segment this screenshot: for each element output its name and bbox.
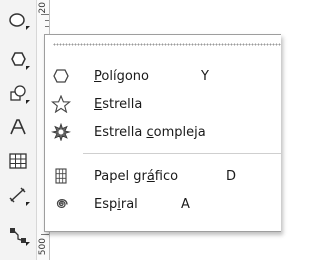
menu-item-label: Espiral: [94, 196, 138, 212]
menu-item-estrella-compleja[interactable]: Estrella compleja: [45, 118, 281, 146]
menu-item-papel-grafico[interactable]: Papel gráfico D: [45, 162, 281, 190]
ruler-tick: [41, 234, 49, 235]
flyout-arrow-icon: [26, 26, 30, 30]
ruler-tick: [45, 26, 49, 27]
spiral-icon: [51, 194, 71, 214]
ruler-label-bottom: 500: [38, 238, 48, 256]
menu-item-poligono[interactable]: Polígono Y: [45, 62, 281, 90]
flyout-arrow-icon: [26, 202, 30, 206]
menu-item-label: Polígono: [94, 68, 149, 84]
table-icon: [9, 153, 27, 169]
polygon-flyout-menu: Polígono Y Estrella Estrella compleja Pa…: [44, 34, 281, 232]
polygon-tool[interactable]: [4, 46, 32, 72]
menu-grip[interactable]: [53, 43, 281, 46]
table-tool[interactable]: [4, 148, 32, 174]
polygon-icon: [51, 66, 71, 86]
dimension-tool[interactable]: [4, 182, 32, 208]
complex-star-icon: [51, 122, 71, 142]
shortcut-key: D: [226, 168, 237, 184]
flyout-arrow-icon: [26, 66, 30, 70]
flyout-arrow-icon: [26, 100, 30, 104]
shortcut-key: A: [181, 196, 190, 212]
menu-item-estrella[interactable]: Estrella: [45, 90, 281, 118]
shortcut-key: Y: [201, 68, 209, 84]
menu-separator: [83, 153, 281, 154]
ruler-tick: [45, 20, 49, 21]
menu-item-espiral[interactable]: Espiral A: [45, 190, 281, 218]
text-tool[interactable]: [4, 114, 32, 140]
menu-item-label: Estrella compleja: [94, 124, 206, 140]
connector-tool[interactable]: [4, 222, 32, 248]
menu-item-label: Papel gráfico: [94, 168, 179, 184]
menu-item-label: Estrella: [94, 96, 143, 112]
ruler-label-top: 20: [38, 2, 48, 14]
ruler-tick: [41, 14, 49, 15]
star-icon: [51, 94, 71, 114]
ellipse-tool[interactable]: [4, 6, 32, 32]
text-icon: [10, 119, 26, 135]
graph-paper-icon: [51, 166, 71, 186]
flyout-arrow-icon: [26, 242, 30, 246]
toolbox: [0, 0, 36, 260]
basic-shapes-tool[interactable]: [4, 80, 32, 106]
